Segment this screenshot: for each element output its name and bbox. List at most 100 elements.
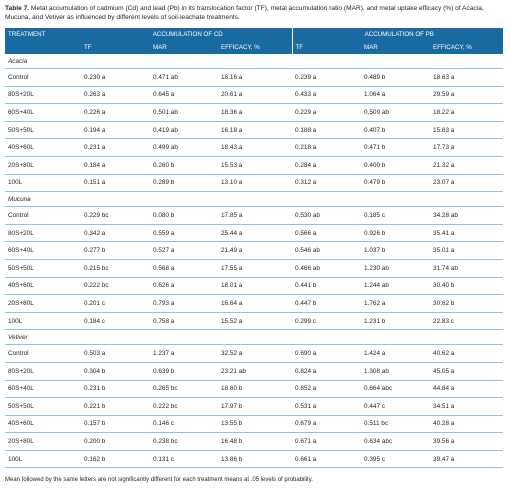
treatment-cell: 20S+80L: [5, 294, 81, 313]
value-cell: 0.200 b: [81, 432, 150, 451]
value-cell: 0.184 c: [81, 312, 150, 331]
value-cell: 1.064 a: [361, 86, 431, 105]
treatment-cell: 20S+80L: [5, 156, 81, 175]
value-cell: 0.568 a: [150, 259, 218, 278]
value-cell: 0.151 a: [81, 174, 150, 193]
table-row: 50S+50L 0.221 b 0.222 bc 17.97 b 0.531 a 0.44…: [5, 397, 504, 416]
group-row: Acacia: [5, 54, 504, 69]
value-cell: 44.84 a: [430, 380, 504, 399]
value-cell: 0.342 a: [81, 224, 150, 243]
value-cell: 0.395 c: [361, 450, 431, 469]
value-cell: 0.503 a: [81, 344, 150, 363]
value-cell: 18.22 a: [430, 103, 504, 122]
value-cell: 1.244 ab: [361, 277, 431, 296]
value-cell: 17.85 a: [218, 206, 293, 225]
header-cd-efficacy: EFFICACY, %: [218, 41, 293, 54]
table-caption: Table 7. Metal accumulation of cadmium (…: [5, 4, 501, 22]
value-cell: 18.16 a: [218, 68, 293, 87]
header-pb-efficacy: EFFICACY, %: [430, 41, 504, 54]
value-cell: 15.63 a: [430, 121, 504, 140]
table-row: 60S+40L 0.231 b 0.265 bc 18.60 b 0.852 a 0.66…: [5, 380, 504, 399]
value-cell: 0.131 c: [150, 450, 218, 469]
table-row: 20S+80L 0.201 c 0.793 a 16.64 a 0.447 b 1.762…: [5, 294, 504, 313]
group-row: Vetiver: [5, 329, 504, 346]
value-cell: 0.277 b: [81, 241, 150, 260]
value-cell: 17.73 a: [430, 138, 504, 157]
value-cell: 23.07 a: [430, 174, 504, 193]
value-cell: 34.51 a: [430, 397, 504, 416]
value-cell: 13.10 a: [218, 174, 293, 193]
value-cell: 35.41 a: [430, 224, 504, 243]
table-row: 40S+60L 0.157 b 0.146 c 13.55 b 0.679 a 0.511…: [5, 415, 504, 434]
value-cell: 17.97 b: [218, 397, 293, 416]
value-cell: 0.466 ab: [292, 259, 362, 278]
table-row: 80S+20L 0.263 a 0.645 a 20.61 a 0.433 a 1.064…: [5, 86, 504, 105]
treatment-cell: 100L: [5, 450, 81, 469]
value-cell: 0.852 a: [292, 380, 362, 399]
value-cell: 18.36 a: [218, 103, 293, 122]
header-cd-group: ACCUMULATION OF CD: [81, 28, 293, 41]
table-row: 100L 0.184 c 0.758 a 15.52 a 0.299 c 1.231 b2…: [5, 312, 504, 331]
value-cell: 30.40 b: [430, 277, 504, 296]
value-cell: 0.312 a: [292, 174, 362, 193]
value-cell: 18.01 a: [218, 277, 293, 296]
value-cell: 25.44 a: [218, 224, 293, 243]
value-cell: 0.231 a: [81, 138, 150, 157]
value-cell: 16.64 a: [218, 294, 293, 313]
value-cell: 0.645 a: [150, 86, 218, 105]
table-row: 100L 0.151 a 0.289 b 13.10 a 0.312 a 0.479 b2…: [5, 174, 504, 193]
group-label: Acacia: [5, 54, 504, 69]
value-cell: 0.639 b: [150, 362, 218, 381]
value-cell: 0.441 b: [292, 277, 362, 296]
value-cell: 0.238 bc: [150, 432, 218, 451]
value-cell: 0.447 b: [292, 294, 362, 313]
value-cell: 0.304 b: [81, 362, 150, 381]
table-row: 60S+40L 0.277 b 0.527 a 21.49 a 0.546 ab 1.03…: [5, 241, 504, 260]
group-row: Mucuna: [5, 191, 504, 208]
value-cell: 0.215 bc: [81, 259, 150, 278]
value-cell: 0.479 b: [361, 174, 431, 193]
table-row: Control 0.229 bc 0.080 b 17.85 a 0.530 ab 0.1…: [5, 206, 504, 225]
value-cell: 39.56 a: [430, 432, 504, 451]
results-table: TREATMENT ACCUMULATION OF CD ACCUMULATIO…: [5, 28, 504, 469]
group-label: Mucuna: [5, 191, 504, 208]
value-cell: 0.793 a: [150, 294, 218, 313]
value-cell: 0.080 b: [150, 206, 218, 225]
value-cell: 0.531 a: [292, 397, 362, 416]
value-cell: 15.52 a: [218, 312, 293, 331]
value-cell: 0.222 bc: [150, 397, 218, 416]
treatment-cell: 100L: [5, 312, 81, 331]
value-cell: 18.63 a: [430, 68, 504, 87]
table-footnote: Mean followed by the same letters are no…: [5, 477, 313, 483]
value-cell: 1.308 ab: [361, 362, 431, 381]
value-cell: 31.74 ab: [430, 259, 504, 278]
treatment-cell: 80S+20L: [5, 362, 81, 381]
table-row: Control 0.230 a 0.471 ab 18.16 a 0.239 a 0.48…: [5, 68, 504, 87]
value-cell: 0.263 a: [81, 86, 150, 105]
value-cell: 0.299 c: [292, 312, 362, 331]
value-cell: 0.499 ab: [150, 138, 218, 157]
header-row-sub: TF MAR EFFICACY, % TF MAR EFFICACY, %: [5, 41, 504, 54]
value-cell: 21.32 a: [430, 156, 504, 175]
value-cell: 0.758 a: [150, 312, 218, 331]
value-cell: 32.52 a: [218, 344, 293, 363]
value-cell: 0.284 a: [292, 156, 362, 175]
value-cell: 0.664 abc: [361, 380, 431, 399]
treatment-cell: Control: [5, 206, 81, 225]
value-cell: 16.48 b: [218, 432, 293, 451]
treatment-cell: 60S+40L: [5, 241, 81, 260]
header-cd-tf: TF: [81, 41, 150, 54]
table-row: 60S+40L 0.226 a 0.501 ab 18.36 a 0.229 a 0.50…: [5, 103, 504, 122]
value-cell: 0.239 a: [292, 68, 362, 87]
value-cell: 1.424 a: [361, 344, 431, 363]
value-cell: 0.824 a: [292, 362, 362, 381]
value-cell: 0.188 a: [292, 121, 362, 140]
value-cell: 0.231 b: [81, 380, 150, 399]
group-label: Vetiver: [5, 329, 504, 346]
value-cell: 0.511 bc: [361, 415, 431, 434]
table-row: 80S+20L 0.342 a 0.559 a 25.44 a 0.566 a 0.926…: [5, 224, 504, 243]
value-cell: 1.762 a: [361, 294, 431, 313]
value-cell: 1.037 b: [361, 241, 431, 260]
value-cell: 0.530 ab: [292, 206, 362, 225]
value-cell: 16.18 a: [218, 121, 293, 140]
